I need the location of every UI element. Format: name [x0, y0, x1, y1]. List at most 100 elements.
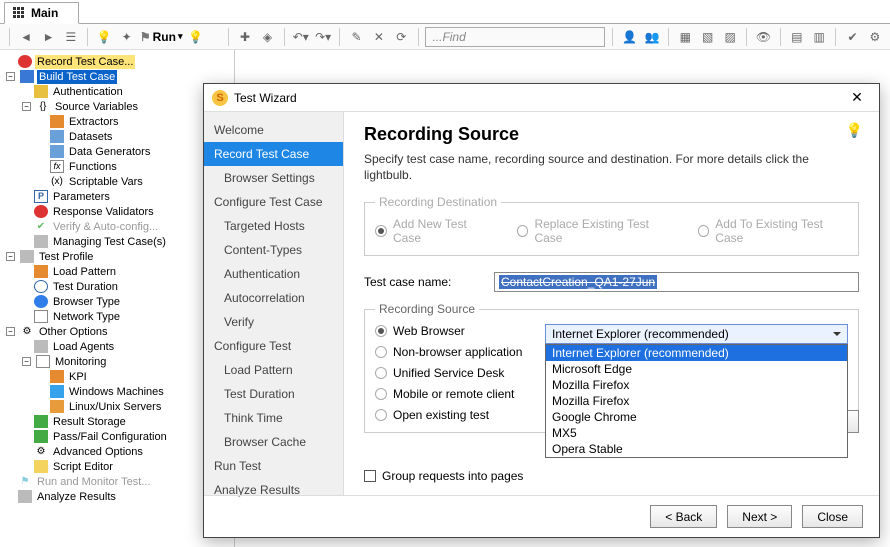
target-icon[interactable]: ◈	[258, 27, 276, 47]
tree-managing-test-cases[interactable]: Managing Test Case(s)	[20, 234, 234, 249]
radio-mobile[interactable]: Mobile or remote client	[375, 387, 535, 401]
tree-passfail[interactable]: Pass/Fail Configuration	[20, 429, 234, 444]
panel1-icon[interactable]: ▤	[788, 27, 806, 47]
option-ie[interactable]: Internet Explorer (recommended)	[546, 345, 847, 361]
radio-web-browser[interactable]: Web Browser	[375, 324, 535, 338]
tree-test-duration[interactable]: Test Duration	[20, 279, 234, 294]
tree-result-storage[interactable]: Result Storage	[20, 414, 234, 429]
refresh-icon[interactable]: ⟳	[392, 27, 410, 47]
check-icon[interactable]: ✔	[843, 27, 861, 47]
option-edge[interactable]: Microsoft Edge	[546, 361, 847, 377]
tool3-icon[interactable]: ▨	[721, 27, 739, 47]
close-button[interactable]: ✕	[843, 88, 871, 108]
redo-icon[interactable]: ↷▾	[314, 27, 332, 47]
next-button[interactable]: Next >	[727, 505, 792, 528]
eye-icon[interactable]: 👁	[754, 27, 772, 47]
browser-combo[interactable]: Internet Explorer (recommended)	[545, 324, 848, 344]
step-auth[interactable]: Authentication	[204, 262, 343, 286]
step-load-pattern[interactable]: Load Pattern	[204, 358, 343, 382]
wizard-titlebar: S Test Wizard ✕	[204, 84, 879, 112]
close-button-footer[interactable]: Close	[802, 505, 863, 528]
step-record[interactable]: Record Test Case	[204, 142, 343, 166]
bulb2-icon[interactable]: 💡	[187, 27, 205, 47]
dest-legend: Recording Destination	[375, 195, 501, 209]
tool1-icon[interactable]: ▦	[676, 27, 694, 47]
add-icon[interactable]: ✚	[236, 27, 254, 47]
option-opera[interactable]: Opera Stable	[546, 441, 847, 457]
step-welcome[interactable]: Welcome	[204, 118, 343, 142]
radio-usd[interactable]: Unified Service Desk	[375, 366, 535, 380]
wizard-steps: Welcome Record Test Case Browser Setting…	[204, 112, 344, 495]
option-firefox1[interactable]: Mozilla Firefox	[546, 377, 847, 393]
back-button[interactable]: < Back	[650, 505, 717, 528]
step-autocorr[interactable]: Autocorrelation	[204, 286, 343, 310]
collapse-icon[interactable]: −	[6, 72, 15, 81]
panel2-icon[interactable]: ▥	[810, 27, 828, 47]
tab-main[interactable]: Main	[4, 2, 79, 24]
collapse-icon[interactable]: −	[22, 102, 31, 111]
forward-icon[interactable]: ►	[39, 27, 57, 47]
monitor-icon	[36, 355, 50, 368]
tree-test-profile[interactable]: −Test Profile	[4, 249, 234, 264]
option-firefox2[interactable]: Mozilla Firefox	[546, 393, 847, 409]
gears-icon: ⚙	[20, 325, 34, 339]
tree-advanced-options[interactable]: ⚙Advanced Options	[20, 444, 234, 459]
collapse-icon[interactable]: −	[6, 327, 15, 336]
undo-icon[interactable]: ↶▾	[292, 27, 310, 47]
step-browser-cache[interactable]: Browser Cache	[204, 430, 343, 454]
user2-icon[interactable]: 👥	[643, 27, 661, 47]
back-icon[interactable]: ◄	[17, 27, 35, 47]
tree-source-variables[interactable]: −{}Source Variables	[20, 99, 234, 114]
tree-parameters[interactable]: PParameters	[20, 189, 234, 204]
find-input[interactable]: ...Find	[425, 27, 605, 47]
delete-icon[interactable]: ✕	[370, 27, 388, 47]
step-targeted-hosts[interactable]: Targeted Hosts	[204, 214, 343, 238]
tree-browser-type[interactable]: Browser Type	[20, 294, 234, 309]
tree-load-pattern[interactable]: Load Pattern	[20, 264, 234, 279]
tree-monitoring[interactable]: −Monitoring	[20, 354, 234, 369]
edit-icon[interactable]: ✎	[347, 27, 365, 47]
list-icon[interactable]: ☰	[62, 27, 80, 47]
step-configure-tc[interactable]: Configure Test Case	[204, 190, 343, 214]
tree-verify-auto[interactable]: ✔Verify & Auto-config...	[20, 219, 234, 234]
step-content-types[interactable]: Content-Types	[204, 238, 343, 262]
user1-icon[interactable]: 👤	[620, 27, 638, 47]
tab-strip: Main	[0, 0, 890, 24]
test-case-name-input[interactable]: ContactCreation_QA1-27Jun	[494, 272, 859, 292]
group-requests-checkbox[interactable]	[364, 470, 376, 482]
collapse-icon[interactable]: −	[22, 357, 31, 366]
tree-run-monitor[interactable]: ⚑Run and Monitor Test...	[4, 474, 234, 489]
main-toolbar: ◄ ► ☰ 💡 ✦ ⚑ Run ▾ 💡 ✚ ◈ ↶▾ ↷▾ ✎ ✕ ⟳ ...F…	[0, 24, 890, 50]
radio-non-browser[interactable]: Non-browser application	[375, 345, 535, 359]
radio-add-new: Add New Test Case	[375, 217, 493, 245]
step-run-test[interactable]: Run Test	[204, 454, 343, 478]
tool2-icon[interactable]: ▧	[699, 27, 717, 47]
lightbulb-icon[interactable]: 💡	[846, 122, 863, 139]
tree-load-agents[interactable]: Load Agents	[20, 339, 234, 354]
step-think-time[interactable]: Think Time	[204, 406, 343, 430]
tree-response-validators[interactable]: Response Validators	[20, 204, 234, 219]
wizard-footer: < Back Next > Close	[204, 495, 879, 537]
option-mx5[interactable]: MX5	[546, 425, 847, 441]
step-browser-settings[interactable]: Browser Settings	[204, 166, 343, 190]
step-configure-test[interactable]: Configure Test	[204, 334, 343, 358]
tree-record-test-case[interactable]: Record Test Case...	[4, 54, 234, 69]
collapse-icon[interactable]: −	[6, 252, 15, 261]
step-verify[interactable]: Verify	[204, 310, 343, 334]
wand-icon[interactable]: ✦	[117, 27, 135, 47]
tree-build-test-case[interactable]: −Build Test Case	[4, 69, 234, 84]
tree-authentication[interactable]: Authentication	[20, 84, 234, 99]
bulb-icon[interactable]: 💡	[95, 27, 113, 47]
browser-dropdown[interactable]: Internet Explorer (recommended) Microsof…	[545, 344, 848, 458]
wizard-content: 💡 Recording Source Specify test case nam…	[344, 112, 879, 495]
tree-network-type[interactable]: Network Type	[20, 309, 234, 324]
tree-analyze-results[interactable]: Analyze Results	[4, 489, 234, 504]
tree-script-editor[interactable]: Script Editor	[20, 459, 234, 474]
dataset-icon	[50, 130, 64, 143]
option-chrome[interactable]: Google Chrome	[546, 409, 847, 425]
tree-other-options[interactable]: −⚙Other Options	[4, 324, 234, 339]
run-button[interactable]: ⚑ Run ▾	[140, 30, 183, 44]
radio-open-existing[interactable]: Open existing test	[375, 408, 535, 422]
gear-icon[interactable]: ⚙	[866, 27, 884, 47]
step-test-duration[interactable]: Test Duration	[204, 382, 343, 406]
